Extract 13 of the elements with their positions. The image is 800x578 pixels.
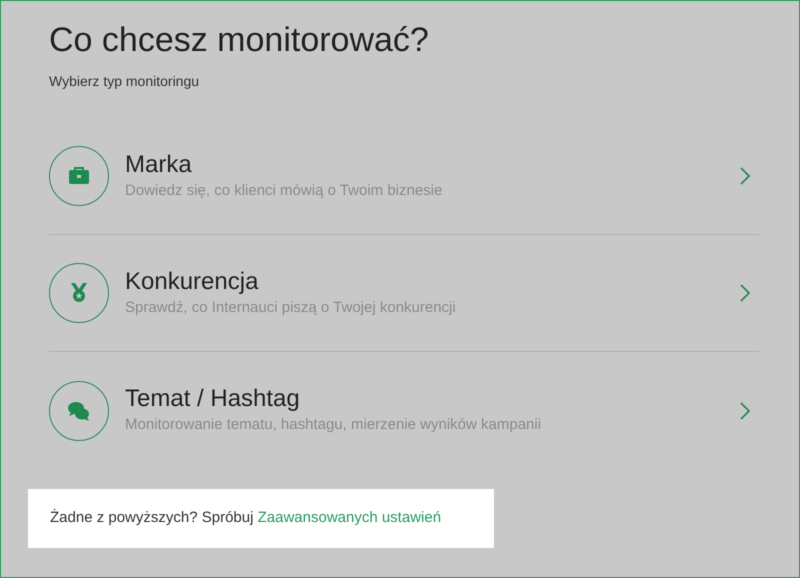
option-description: Sprawdź, co Internauci piszą o Twojej konkurencji — [125, 298, 457, 318]
option-description: Dowiedz się, co klienci mówią o Twoim biznesie — [125, 180, 444, 201]
option-title[interactable]: Temat / Hashtag — [125, 384, 739, 414]
advanced-settings-link[interactable]: Zaawansowanych ustawień — [258, 509, 442, 526]
page-title: Co chcesz monitorować? — [49, 20, 430, 61]
footer-note: Żadne z powyższych? Spróbuj Zaawansowanych ustawień — [50, 508, 442, 528]
option-description: Monitorowanie tematu, hashtagu, mierzenie wyników kampanii — [125, 415, 542, 436]
chevron-right-icon[interactable] — [739, 400, 751, 420]
chevron-right-icon[interactable] — [739, 283, 751, 303]
page-subtitle: Wybierz typ monitoringu — [49, 72, 200, 91]
option-title[interactable]: Konkurencja — [125, 266, 739, 297]
option-title[interactable]: Marka — [125, 150, 739, 180]
chevron-right-icon[interactable] — [739, 166, 751, 186]
